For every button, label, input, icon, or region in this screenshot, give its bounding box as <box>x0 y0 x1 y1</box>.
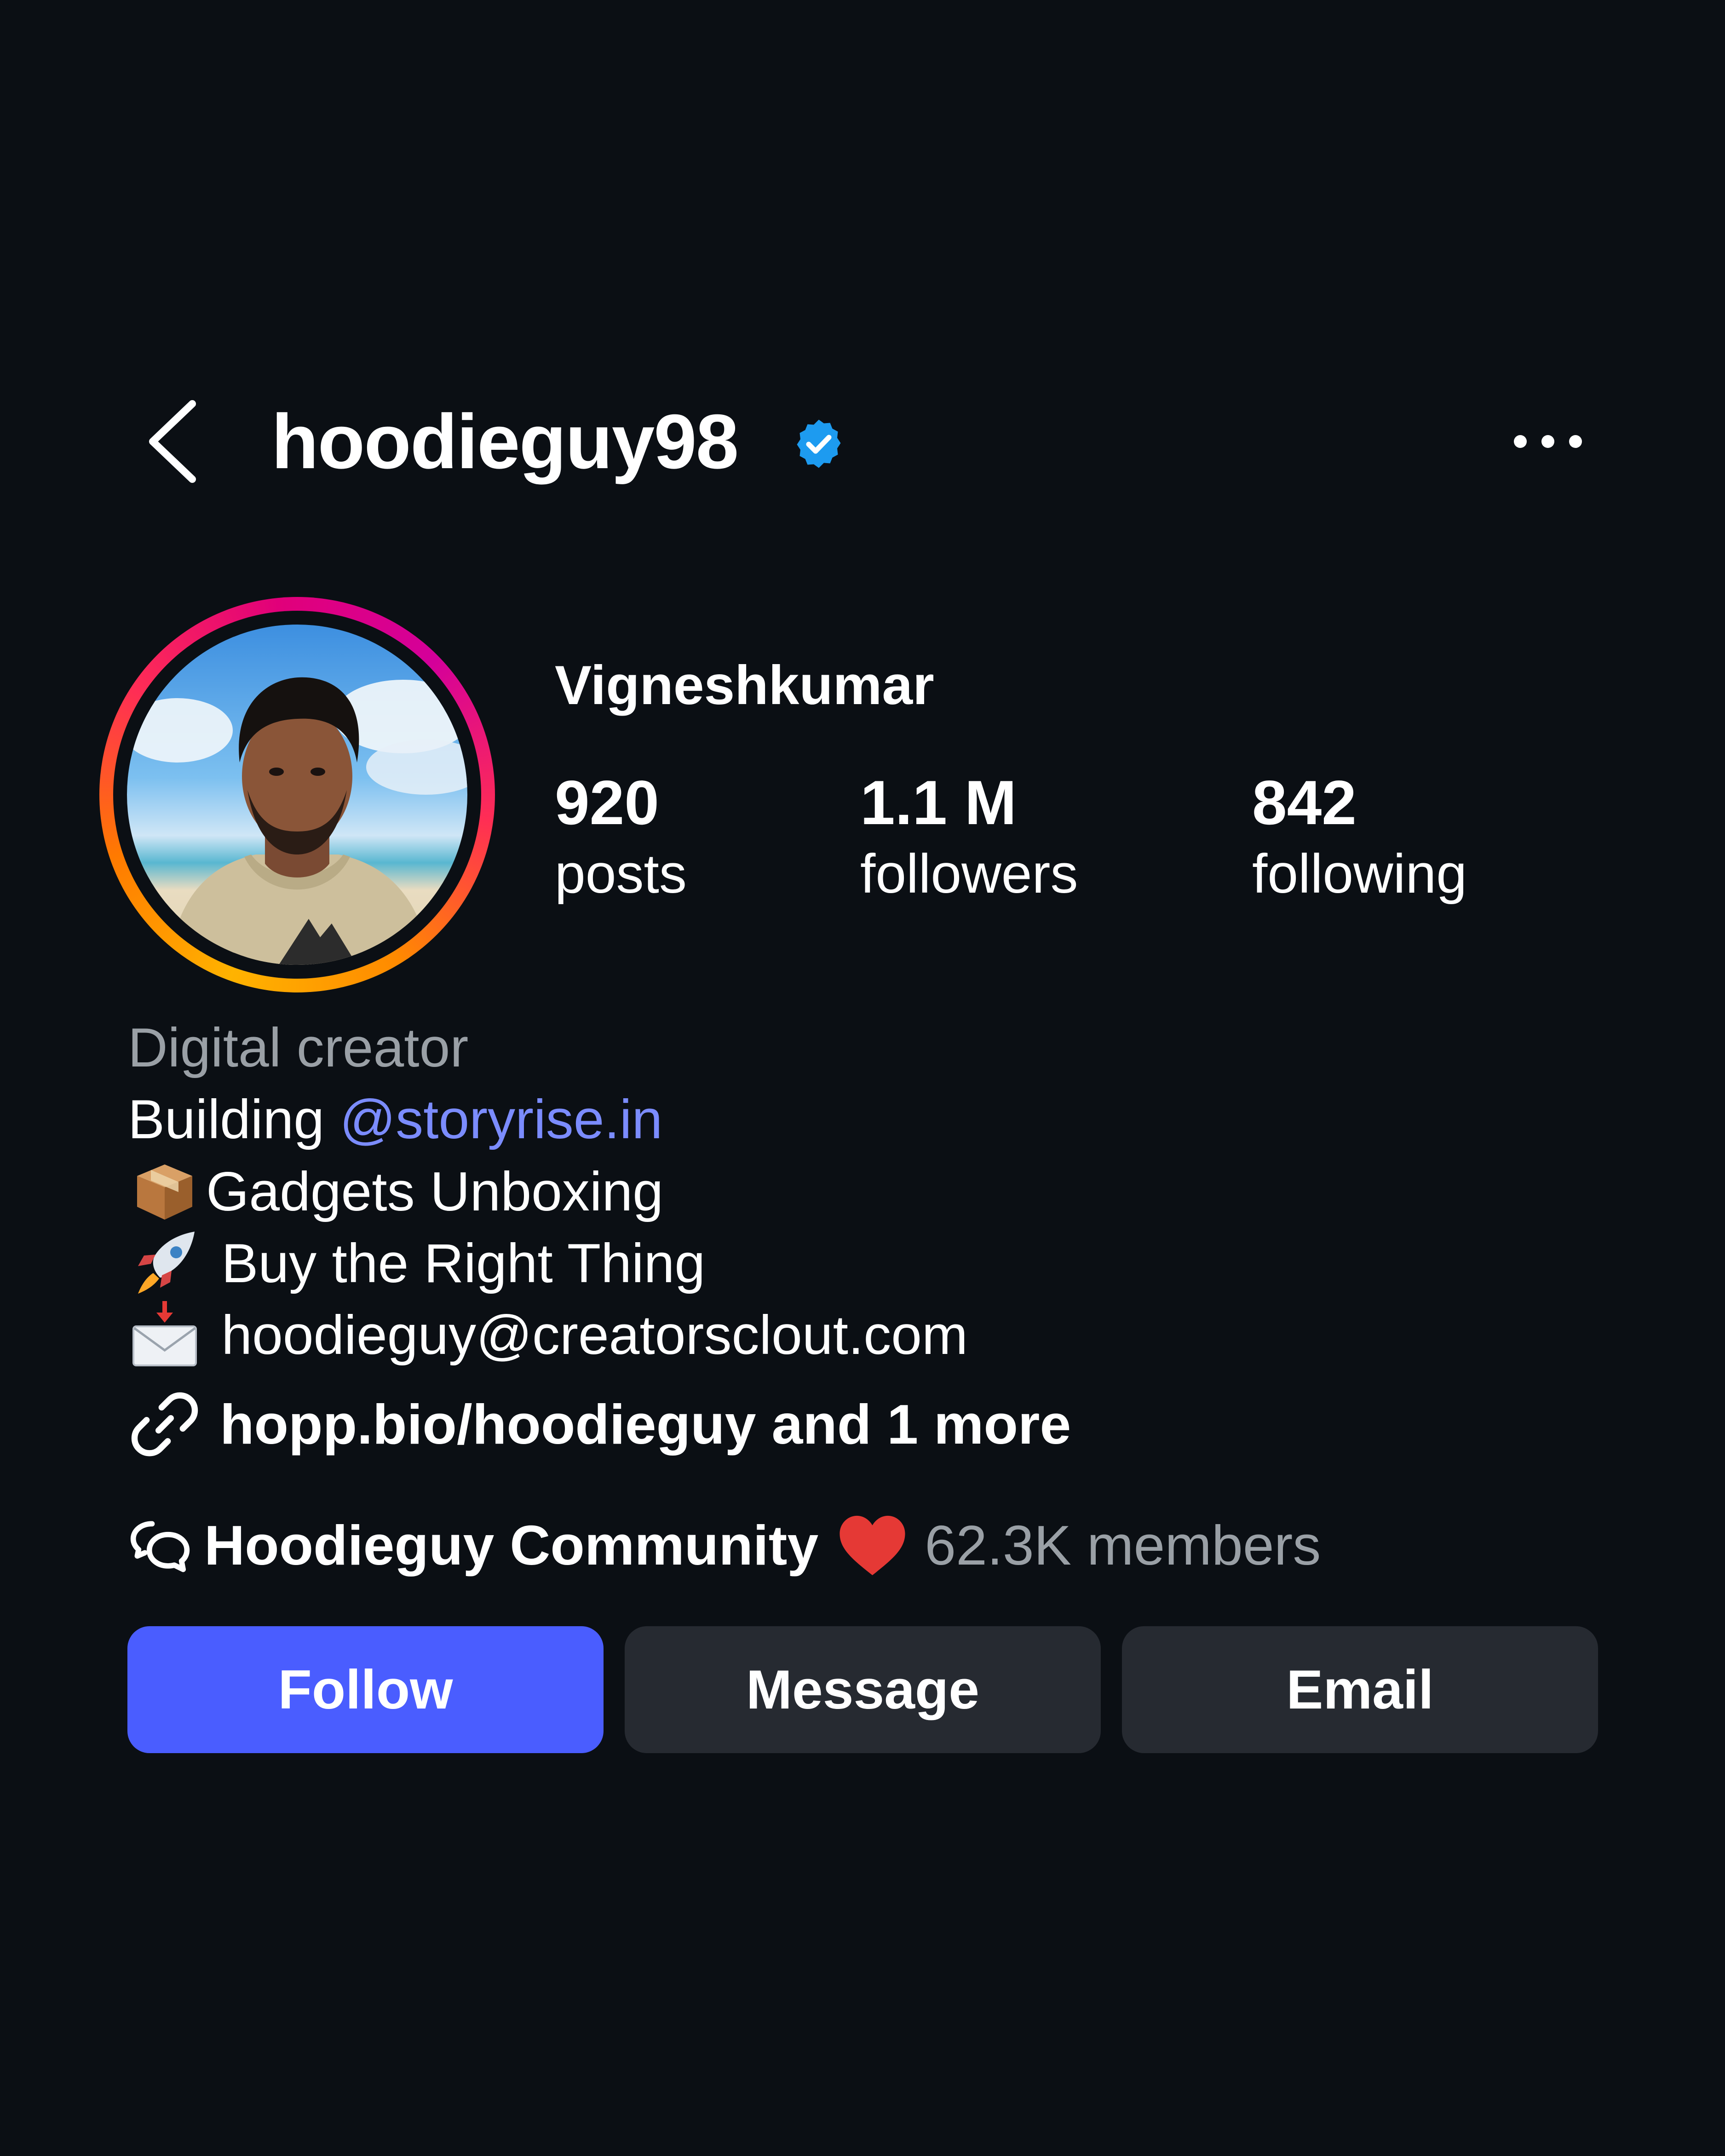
package-icon <box>137 1164 192 1220</box>
bio-text: Gadgets Unboxing <box>206 1161 663 1222</box>
back-chevron-icon[interactable] <box>138 396 207 487</box>
display-name: Vigneshkumar <box>555 654 934 716</box>
profile-category: Digital creator <box>128 1017 469 1078</box>
bio-mention-link[interactable]: @storyrise.in <box>339 1089 662 1150</box>
avatar-photo <box>127 677 467 965</box>
bio-text: Building <box>128 1089 340 1150</box>
bio-line: hoodieguy@creatorsclout.com <box>128 1299 968 1371</box>
email-button[interactable]: Email <box>1122 1626 1598 1753</box>
community-channel[interactable]: Hoodieguy Community 62.3K members <box>128 1504 1321 1587</box>
follow-button[interactable]: Follow <box>127 1626 604 1753</box>
profile-avatar[interactable] <box>127 625 467 965</box>
bio-link[interactable]: hopp.bio/hoodieguy and 1 more <box>128 1385 1071 1463</box>
followers-label[interactable]: followers <box>860 839 1078 908</box>
envelope-icon <box>132 1301 197 1366</box>
verified-badge-icon <box>797 419 841 468</box>
more-options-icon[interactable] <box>1509 423 1587 460</box>
chat-bubbles-icon <box>130 1521 190 1572</box>
posts-count[interactable]: 920 <box>555 766 659 839</box>
profile-username: hoodieguy98 <box>271 398 739 485</box>
posts-label[interactable]: posts <box>555 839 687 908</box>
link-icon <box>131 1392 198 1456</box>
bio-text: Buy the Right Thing <box>206 1233 706 1294</box>
following-count[interactable]: 842 <box>1252 766 1357 839</box>
message-button[interactable]: Message <box>625 1626 1101 1753</box>
rocket-icon <box>138 1232 195 1294</box>
heart-icon <box>840 1515 905 1575</box>
bio-line: Gadgets Unboxing <box>128 1155 663 1227</box>
following-label[interactable]: following <box>1252 839 1467 908</box>
followers-count[interactable]: 1.1 M <box>860 766 1017 839</box>
link-text[interactable]: hopp.bio/hoodieguy and 1 more <box>220 1392 1071 1456</box>
community-name[interactable]: Hoodieguy Community <box>204 1513 818 1577</box>
community-member-count: 62.3K members <box>925 1514 1321 1577</box>
bio-line: Buy the Right Thing <box>128 1227 705 1299</box>
bio-line: Building @storyrise.in <box>128 1084 662 1155</box>
bio-text[interactable]: hoodieguy@creatorsclout.com <box>206 1304 968 1366</box>
